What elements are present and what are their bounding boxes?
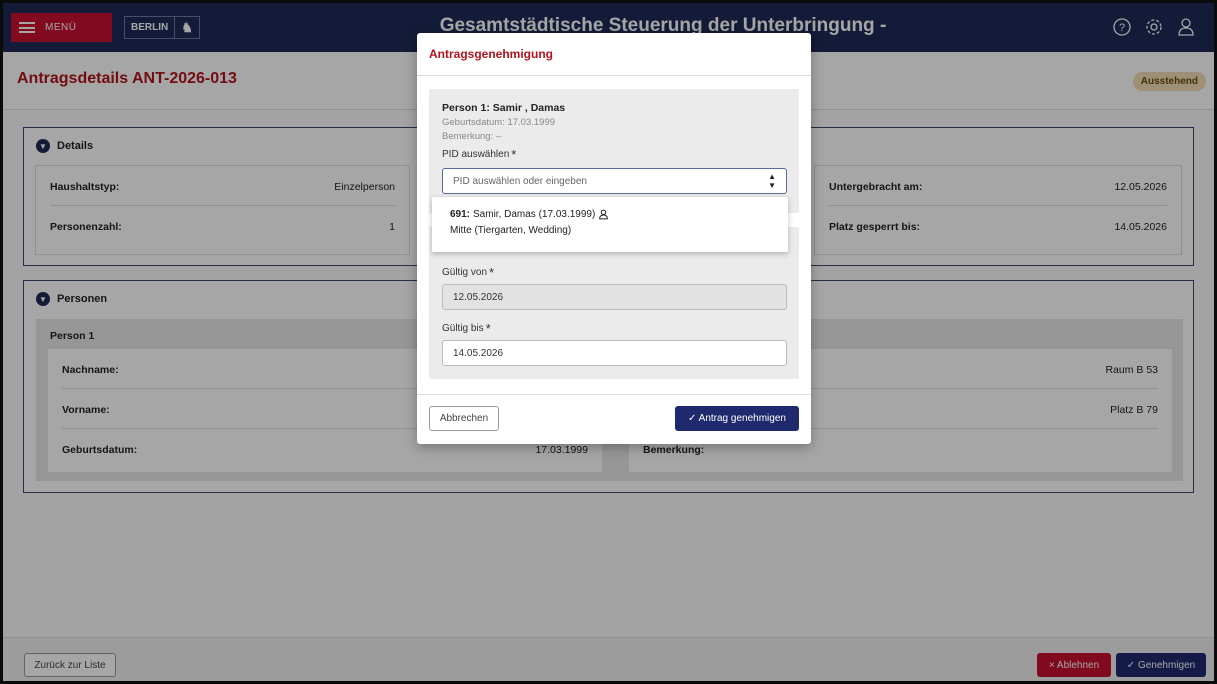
required-asterisk: *: [511, 147, 517, 162]
valid-from-field[interactable]: 12.05.2026: [442, 284, 787, 310]
pid-dropdown-list: 691: Samir, Damas (17.03.1999) Mitte (Ti…: [432, 197, 788, 252]
valid-from-label-wrap: Gültig von *: [442, 265, 494, 280]
pid-option-line-1: 691: Samir, Damas (17.03.1999): [450, 209, 609, 220]
modal-footer: Abbrechen ✓ Antrag genehmigen: [417, 394, 811, 444]
valid-from-label: Gültig von: [442, 267, 488, 278]
pid-option-id: 691:: [450, 209, 471, 220]
pid-option-text: Samir, Damas (17.03.1999): [473, 209, 596, 220]
required-asterisk: *: [485, 321, 491, 336]
required-asterisk: *: [489, 265, 495, 280]
cancel-button[interactable]: Abbrechen: [429, 406, 499, 431]
confirm-approval-button[interactable]: ✓ Antrag genehmigen: [675, 406, 799, 431]
pid-option-location: Mitte (Tiergarten, Wedding): [450, 225, 572, 236]
pid-placeholder: PID auswählen oder eingeben: [453, 175, 587, 187]
modal-remark: Bemerkung: –: [442, 131, 502, 142]
person-info-box: Person 1: Samir , Damas Geburtsdatum: 17…: [429, 89, 799, 213]
pid-label-wrap: PID auswählen *: [442, 147, 516, 162]
modal-person-name: Person 1: Samir , Damas: [442, 102, 566, 114]
valid-to-field[interactable]: 14.05.2026: [442, 340, 787, 366]
modal-birthdate: Geburtsdatum: 17.03.1999: [442, 117, 556, 128]
approval-modal: Antragsgenehmigung Person 1: Samir , Dam…: [417, 33, 811, 444]
pid-option[interactable]: 691: Samir, Damas (17.03.1999) Mitte (Ti…: [432, 197, 788, 252]
pid-select[interactable]: PID auswählen oder eingeben ▲ ▼: [442, 168, 787, 194]
pid-label: PID auswählen: [442, 149, 510, 160]
select-arrows-icon: ▲ ▼: [768, 172, 776, 190]
valid-to-label: Gültig bis: [442, 323, 484, 334]
valid-to-label-wrap: Gültig bis *: [442, 321, 491, 336]
person-icon: [599, 209, 609, 220]
modal-title: Antragsgenehmigung: [417, 33, 811, 76]
